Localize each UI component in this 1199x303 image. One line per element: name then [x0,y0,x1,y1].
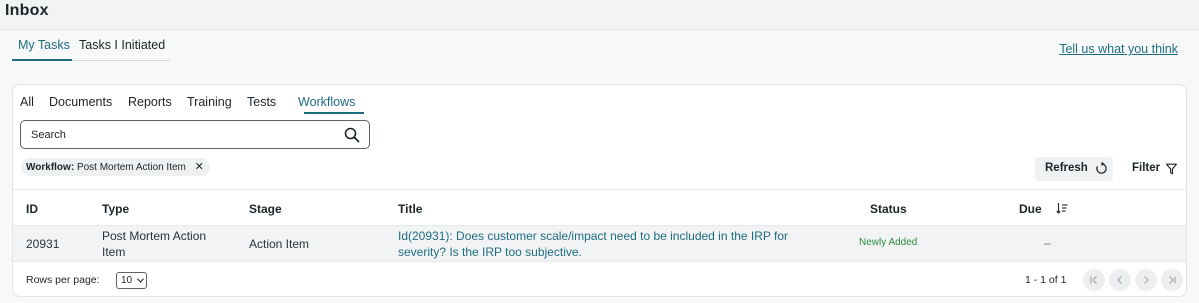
column-header-stage: Stage [249,202,282,216]
column-header-type: Type [102,202,130,216]
cell-id: 20931 [26,237,60,251]
filter-chip: Workflow: Post Mortem Action Item ✕ [21,158,210,176]
column-header-title: Title [398,202,423,216]
page-title: Inbox [5,2,49,19]
search-icon[interactable] [344,127,360,143]
tab-documents[interactable]: Documents [49,95,112,109]
close-icon[interactable]: ✕ [195,158,204,176]
cell-type: Post Mortem Action Item [102,229,207,259]
table-row[interactable]: 20931 Post Mortem Action Item Action Ite… [13,226,1186,262]
feedback-link[interactable]: Tell us what you think [1059,42,1178,56]
tab-workflows[interactable]: Workflows [298,95,355,109]
next-page-button[interactable] [1135,269,1157,291]
previous-page-icon [1117,276,1122,284]
page-range: 1 - 1 of 1 [1025,274,1067,286]
filter-button[interactable]: Filter [1131,157,1177,181]
refresh-button[interactable]: Refresh [1035,157,1113,181]
search-box [20,120,370,149]
search-input[interactable] [31,127,331,143]
refresh-label: Refresh [1045,162,1088,174]
chevron-down-icon [137,278,144,283]
tab-all[interactable]: All [20,95,34,109]
filter-label: Filter [1132,162,1161,174]
last-page-icon [1169,276,1176,284]
top-bar: Inbox [0,0,1199,30]
cell-stage: Action Item [249,237,310,251]
first-page-button[interactable] [1083,269,1105,291]
tab-tests[interactable]: Tests [247,95,276,109]
tab-training[interactable]: Training [187,95,232,109]
filter-chip-key: Workflow: [26,162,75,173]
column-header-status: Status [870,202,907,216]
next-page-icon [1144,276,1149,284]
tab-tasks-i-initiated[interactable]: Tasks I Initiated [79,38,165,52]
previous-page-button[interactable] [1109,269,1131,291]
inbox-card: All Documents Reports Training Tests Wor… [12,84,1187,297]
table-footer: Rows per page: 10 1 - 1 of 1 [13,261,1186,296]
rows-per-page-label: Rows per page: [26,274,100,286]
main-tabs: My Tasks Tasks I Initiated [12,36,170,61]
status-badge: Newly Added [859,237,918,248]
sort-descending-icon[interactable] [1056,202,1068,214]
cell-title-link[interactable]: Id(20931): Does customer scale/impact ne… [398,228,798,260]
table-header: ID Type Stage Title Status Due [13,189,1186,226]
column-header-id: ID [26,202,38,216]
rows-per-page-select[interactable]: 10 [116,272,147,289]
last-page-button[interactable] [1161,269,1183,291]
active-tab-indicator [12,59,72,61]
column-header-due: Due [1019,202,1042,216]
tab-reports[interactable]: Reports [128,95,172,109]
tab-my-tasks[interactable]: My Tasks [18,38,70,52]
filter-chip-value: Post Mortem Action Item [76,162,186,173]
active-category-indicator [304,112,364,114]
rows-per-page-value: 10 [121,275,133,286]
first-page-icon [1090,276,1097,284]
funnel-icon [1166,163,1177,175]
refresh-icon [1096,162,1107,174]
cell-due: – [1044,236,1051,250]
